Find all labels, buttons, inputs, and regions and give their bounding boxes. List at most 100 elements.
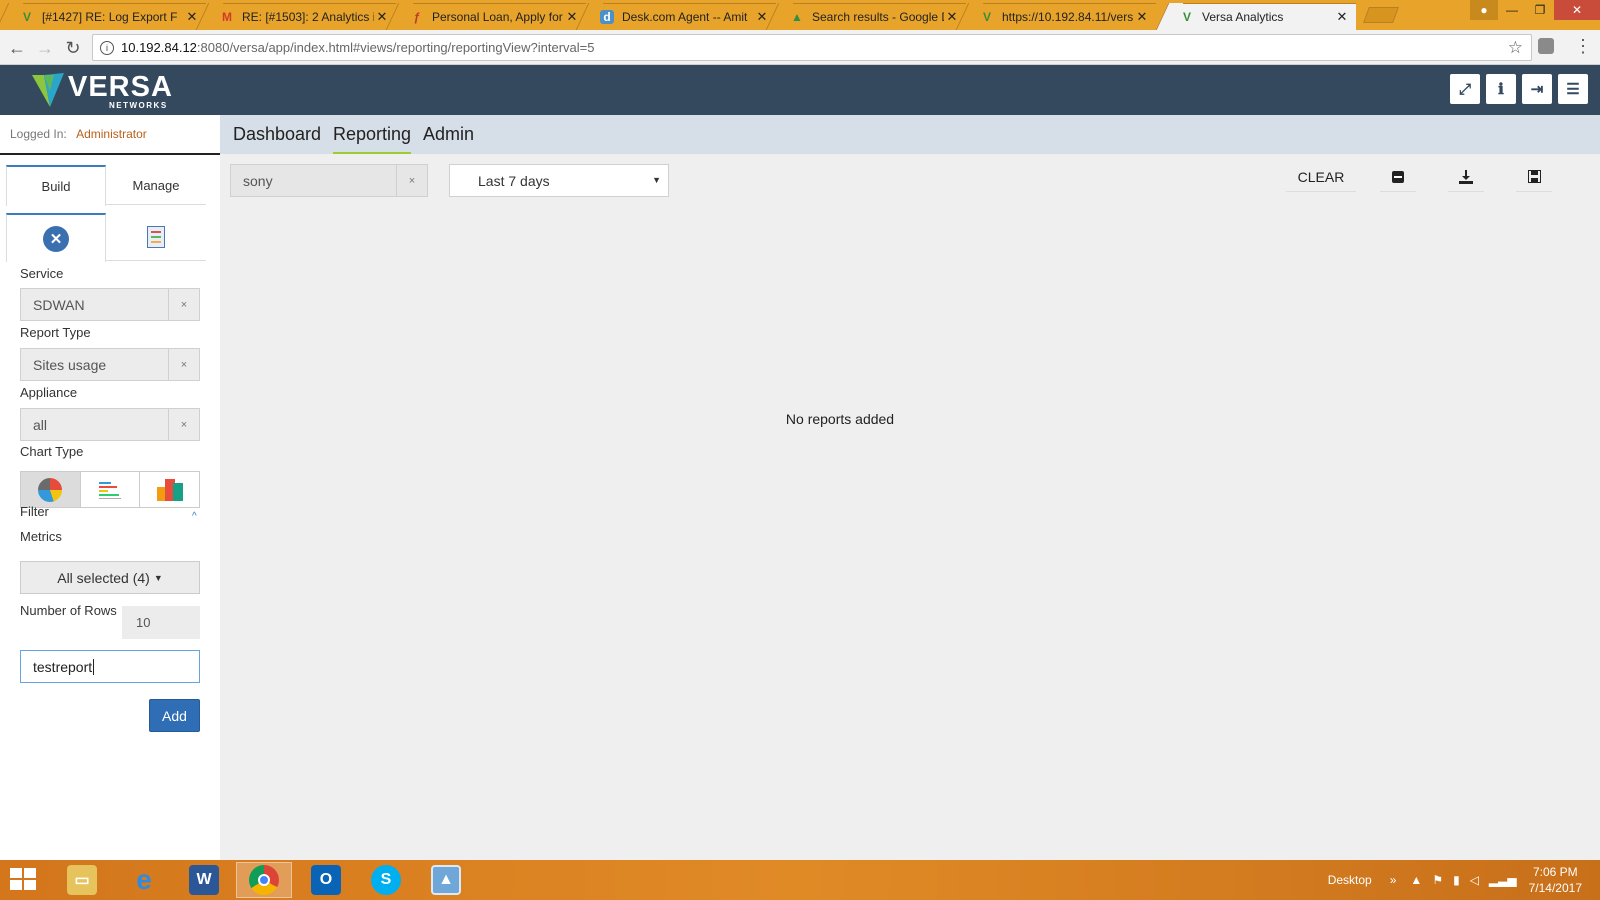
clear-service-icon[interactable]: × xyxy=(168,289,199,320)
report-type-select[interactable]: Sites usage × xyxy=(20,348,200,381)
system-tray: Desktop » ▲ ⚑ ▮ ◁ ▂▃▅ 7:06 PM 7/14/2017 xyxy=(1328,860,1600,900)
clear-button[interactable]: CLEAR xyxy=(1286,162,1356,192)
appliance-select[interactable]: all × xyxy=(20,408,200,441)
browser-tab[interactable]: M RE: [#1503]: 2 Analytics i ✕ xyxy=(210,3,396,30)
chevron-up-icon[interactable]: ^ xyxy=(192,511,197,522)
report-list-icon xyxy=(147,226,165,248)
browser-tab[interactable]: d Desk.com Agent -- Amit ✕ xyxy=(590,3,776,30)
tab-manage[interactable]: Manage xyxy=(106,165,206,205)
taskbar-outlook[interactable]: O xyxy=(298,862,354,898)
close-tab-icon[interactable]: ✕ xyxy=(754,9,770,25)
clear-organization-icon[interactable]: × xyxy=(396,165,427,196)
tab-tools[interactable]: ✕ xyxy=(6,213,106,262)
metrics-dropdown[interactable]: All selected (4) ▼ xyxy=(20,561,200,594)
browser-tab[interactable]: ƒ Personal Loan, Apply for ✕ xyxy=(400,3,586,30)
nav-dashboard[interactable]: Dashboard xyxy=(233,124,321,145)
service-select[interactable]: SDWAN × xyxy=(20,288,200,321)
browser-menu-icon[interactable]: ⋮ xyxy=(1574,36,1592,57)
desk-favicon-icon: d xyxy=(600,10,614,24)
power-icon[interactable]: ▮ xyxy=(1453,873,1460,887)
gmail-favicon-icon: M xyxy=(222,10,232,24)
tab-build[interactable]: Build xyxy=(6,165,106,206)
browser-tab-active[interactable]: V Versa Analytics ✕ xyxy=(1170,3,1356,30)
versa-favicon-icon: V xyxy=(1182,10,1191,24)
report-name-input[interactable]: testreport xyxy=(20,650,200,683)
taskbar-file-explorer[interactable]: ▭ xyxy=(54,862,110,898)
pie-chart-option[interactable] xyxy=(21,472,81,507)
minimize-icon[interactable]: — xyxy=(1498,0,1526,20)
browser-tab[interactable]: V https://10.192.84.11/vers ✕ xyxy=(970,3,1156,30)
browser-tab[interactable]: V [#1427] RE: Log Export F ✕ xyxy=(10,3,206,30)
chrome-icon xyxy=(249,865,279,895)
address-bar[interactable]: i 10.192.84.12:8080/versa/app/index.html… xyxy=(92,34,1532,61)
column-chart-option[interactable] xyxy=(140,472,200,507)
bar-chart-option[interactable] xyxy=(80,472,141,507)
clear-report-type-icon[interactable]: × xyxy=(168,349,199,380)
url-path: :8080/versa/app/index.html#views/reporti… xyxy=(196,40,595,55)
reload-icon[interactable]: ↻ xyxy=(62,37,84,59)
tab-report-list[interactable] xyxy=(106,213,206,261)
text-cursor xyxy=(93,658,95,675)
forward-arrow-icon[interactable]: → xyxy=(34,37,56,59)
time-range-select[interactable]: Last 7 days ▼ xyxy=(449,164,669,197)
add-button[interactable]: Add xyxy=(149,699,200,732)
window-close-icon[interactable]: ✕ xyxy=(1554,0,1600,20)
caret-down-icon: ▼ xyxy=(153,572,163,583)
taskbar-word[interactable]: W xyxy=(176,862,232,898)
download-icon[interactable] xyxy=(1448,162,1484,192)
taskbar-internet-explorer[interactable]: e xyxy=(116,862,172,898)
column-chart-icon xyxy=(156,478,183,501)
tab-title: RE: [#1503]: 2 Analytics i xyxy=(242,10,374,24)
clear-appliance-icon[interactable]: × xyxy=(168,409,199,440)
logout-icon[interactable]: ⇥ xyxy=(1522,74,1552,104)
time-range-value: Last 7 days xyxy=(478,172,550,189)
desktop-toolbar-label[interactable]: Desktop xyxy=(1328,873,1372,887)
browser-tab-bar: V [#1427] RE: Log Export F ✕ M RE: [#150… xyxy=(0,0,1600,30)
taskbar-photos[interactable]: ▲ xyxy=(418,862,474,898)
filter-label[interactable]: Filter xyxy=(20,504,49,519)
close-tab-icon[interactable]: ✕ xyxy=(944,9,960,25)
rows-input[interactable]: 10 xyxy=(122,606,200,639)
taskbar-chrome[interactable] xyxy=(236,862,292,898)
hamburger-menu-icon[interactable]: ☰ xyxy=(1558,74,1588,104)
versa-logo[interactable]: VERSA NETWORKS xyxy=(30,71,173,111)
restore-icon[interactable]: ❐ xyxy=(1526,0,1554,20)
close-tab-icon[interactable]: ✕ xyxy=(184,9,200,25)
chevron-double-right-icon[interactable]: » xyxy=(1390,873,1397,887)
new-tab-button[interactable] xyxy=(1363,7,1399,23)
brand-name: VERSA xyxy=(68,71,173,103)
taskbar-clock[interactable]: 7:06 PM 7/14/2017 xyxy=(1529,864,1582,896)
dropdown-arrow-icon: ▼ xyxy=(652,175,661,185)
back-arrow-icon[interactable]: ← xyxy=(6,37,28,59)
network-signal-icon[interactable]: ▂▃▅ xyxy=(1489,873,1517,887)
show-hidden-icons-icon[interactable]: ▲ xyxy=(1410,873,1422,887)
save-icon[interactable] xyxy=(1516,162,1552,192)
windows-start-icon[interactable] xyxy=(10,868,38,892)
folder-icon: ▭ xyxy=(67,865,97,895)
extension-icon[interactable] xyxy=(1538,38,1554,54)
browser-tab[interactable]: ▲ Search results - Google D ✕ xyxy=(780,3,966,30)
organization-filter[interactable]: sony × xyxy=(230,164,428,197)
info-circle-icon[interactable]: ℹ xyxy=(1486,74,1516,104)
bookmark-star-icon[interactable]: ☆ xyxy=(1508,38,1523,58)
report-type-value: Sites usage xyxy=(33,356,107,373)
info-icon[interactable]: i xyxy=(100,40,114,55)
action-center-flag-icon[interactable]: ⚑ xyxy=(1432,873,1443,887)
nav-admin[interactable]: Admin xyxy=(423,124,474,145)
app-header: VERSA NETWORKS ⤢ ℹ ⇥ ☰ xyxy=(0,65,1600,115)
nav-reporting[interactable]: Reporting xyxy=(333,124,412,154)
report-builder-panel: Logged In: Administrator Build Manage ✕ … xyxy=(0,115,220,860)
fullscreen-icon[interactable]: ⤢ xyxy=(1450,74,1480,104)
logged-in-status: Logged In: Administrator xyxy=(0,115,220,155)
collapse-icon[interactable] xyxy=(1380,162,1416,192)
taskbar-skype[interactable]: S xyxy=(358,862,414,898)
close-tab-icon[interactable]: ✕ xyxy=(374,9,390,25)
close-tab-icon[interactable]: ✕ xyxy=(564,9,580,25)
tab-title: Desk.com Agent -- Amit xyxy=(622,10,748,24)
profile-icon[interactable]: ● xyxy=(1470,0,1498,20)
close-tab-icon[interactable]: ✕ xyxy=(1334,9,1350,25)
builder-icon-tabs: ✕ xyxy=(6,213,206,262)
tab-title: [#1427] RE: Log Export F xyxy=(42,10,178,24)
close-tab-icon[interactable]: ✕ xyxy=(1134,9,1150,25)
volume-icon[interactable]: ◁ xyxy=(1470,873,1479,887)
